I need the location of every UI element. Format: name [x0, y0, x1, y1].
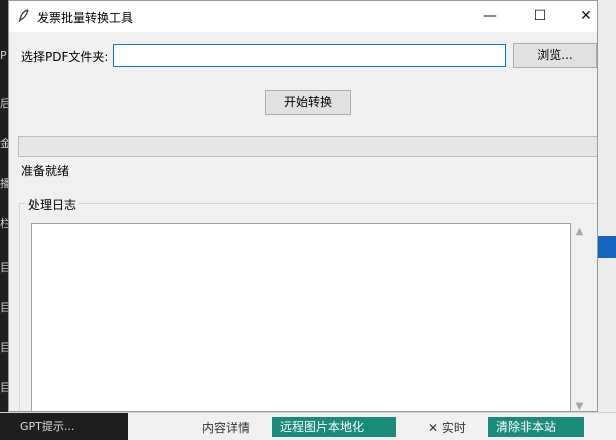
background-bottom-text: 内容详情 — [202, 421, 251, 435]
folder-path-input[interactable] — [113, 44, 506, 67]
background-mark: P — [0, 50, 7, 62]
background-bottom-bar: GPT提示... 内容详情 远程图片本地化 ✕ 实时 清除非本站 — [0, 412, 616, 440]
background-mark: 目 — [0, 342, 8, 354]
background-bottom-dark: GPT提示... — [0, 413, 128, 440]
window-title: 发票批量转换工具 — [37, 11, 134, 25]
background-accent-strip — [598, 236, 616, 258]
background-mark: 后 — [0, 98, 8, 110]
background-mark: 目 — [0, 302, 8, 314]
log-scrollbar[interactable]: ▲ ▼ — [571, 223, 588, 411]
app-window: 发票批量转换工具 — ☐ ✕ 选择PDF文件夹: 浏览... 开始转换 准备就绪… — [8, 0, 598, 412]
background-mark: 金 — [0, 138, 8, 150]
start-convert-button[interactable]: 开始转换 — [265, 90, 351, 115]
status-text: 准备就绪 — [21, 164, 70, 178]
scroll-down-icon[interactable]: ▼ — [571, 398, 588, 411]
maximize-button[interactable]: ☐ — [517, 1, 563, 32]
feather-icon — [18, 9, 29, 23]
log-textarea[interactable] — [31, 223, 571, 411]
progress-bar — [18, 136, 597, 157]
browse-button[interactable]: 浏览... — [513, 43, 597, 68]
scroll-up-icon[interactable]: ▲ — [571, 223, 588, 240]
title-bar[interactable]: 发票批量转换工具 — ☐ ✕ — [9, 1, 597, 32]
background-bottom-button: 清除非本站 — [488, 417, 584, 437]
background-left-panel: P 后 金 播 栏 目 目 目 目 — [0, 0, 8, 439]
folder-label: 选择PDF文件夹: — [21, 50, 109, 64]
background-right-panel — [598, 0, 616, 439]
background-mark: 目 — [0, 382, 8, 394]
background-bottom-text: ✕ 实时 — [428, 421, 466, 435]
background-mark: 播 — [0, 178, 8, 190]
background-mark: 目 — [0, 262, 8, 274]
close-button[interactable]: ✕ — [563, 1, 597, 32]
background-bottom-button: 远程图片本地化 — [272, 417, 396, 437]
minimize-button[interactable]: — — [467, 1, 513, 32]
log-title: 处理日志 — [25, 196, 80, 213]
background-mark: 栏 — [0, 218, 8, 230]
